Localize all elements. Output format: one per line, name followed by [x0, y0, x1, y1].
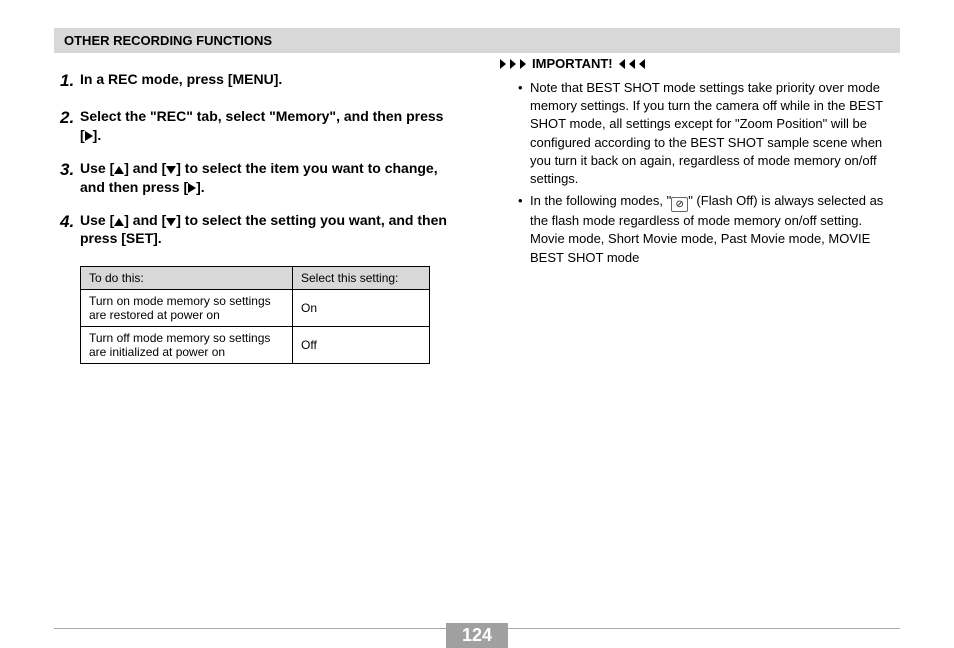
- note-text: Note that BEST SHOT mode settings take p…: [530, 80, 883, 186]
- table-header-row: To do this: Select this setting:: [81, 267, 430, 290]
- triangle-up-icon: [114, 218, 124, 226]
- table-cell: Turn off mode memory so settings are ini…: [81, 327, 293, 364]
- step-text-b: ].: [93, 127, 102, 143]
- right-column: IMPORTANT! Note that BEST SHOT mode sett…: [500, 56, 900, 271]
- note-text-extra: Movie mode, Short Movie mode, Past Movie…: [530, 231, 870, 264]
- arrow-left-icon: [629, 59, 635, 69]
- step-4: 4. Use [] and [] to select the setting y…: [60, 211, 448, 249]
- arrow-right-icon: [520, 59, 526, 69]
- step-text: In a REC mode, press [MENU].: [80, 70, 448, 93]
- arrow-right-icon: [500, 59, 506, 69]
- section-header: OTHER RECORDING FUNCTIONS: [54, 28, 900, 53]
- section-title: OTHER RECORDING FUNCTIONS: [64, 33, 272, 48]
- list-item: In the following modes, "⊘" (Flash Off) …: [518, 192, 900, 267]
- table-row: Turn off mode memory so settings are ini…: [81, 327, 430, 364]
- important-heading: IMPORTANT!: [500, 56, 900, 71]
- step-text-a: Select the "REC" tab, select "Memory", a…: [80, 108, 443, 143]
- important-notes: Note that BEST SHOT mode settings take p…: [518, 79, 900, 267]
- step-text: Select the "REC" tab, select "Memory", a…: [80, 107, 448, 145]
- page-number: 124: [446, 623, 508, 648]
- table-row: Turn on mode memory so settings are rest…: [81, 290, 430, 327]
- note-text-before: In the following modes, ": [530, 193, 671, 208]
- table-header: Select this setting:: [293, 267, 430, 290]
- triangle-right-icon: [188, 183, 196, 193]
- triangle-up-icon: [114, 166, 124, 174]
- settings-table: To do this: Select this setting: Turn on…: [80, 266, 430, 364]
- table-cell: Turn on mode memory so settings are rest…: [81, 290, 293, 327]
- step-text-b: ] and [: [124, 160, 166, 176]
- triangle-down-icon: [166, 166, 176, 174]
- arrow-left-icon: [639, 59, 645, 69]
- step-number: 1.: [60, 70, 80, 93]
- step-text-d: ].: [196, 179, 205, 195]
- step-2: 2. Select the "REC" tab, select "Memory"…: [60, 107, 448, 145]
- important-label: IMPORTANT!: [530, 56, 615, 71]
- arrow-right-icon: [510, 59, 516, 69]
- table-header: To do this:: [81, 267, 293, 290]
- step-number: 4.: [60, 211, 80, 249]
- page-footer: 124: [54, 628, 900, 629]
- table-cell: Off: [293, 327, 430, 364]
- step-text-b: ] and [: [124, 212, 166, 228]
- step-3: 3. Use [] and [] to select the item you …: [60, 159, 448, 197]
- left-column: 1. In a REC mode, press [MENU]. 2. Selec…: [60, 56, 448, 364]
- list-item: Note that BEST SHOT mode settings take p…: [518, 79, 900, 188]
- flash-off-icon: ⊘: [671, 197, 688, 212]
- step-number: 3.: [60, 159, 80, 197]
- table-cell: On: [293, 290, 430, 327]
- step-text: Use [] and [] to select the item you wan…: [80, 159, 448, 197]
- step-number: 2.: [60, 107, 80, 145]
- step-text: Use [] and [] to select the setting you …: [80, 211, 448, 249]
- step-1: 1. In a REC mode, press [MENU].: [60, 70, 448, 93]
- step-text-a: Use [: [80, 212, 114, 228]
- triangle-down-icon: [166, 218, 176, 226]
- triangle-right-icon: [85, 131, 93, 141]
- arrow-left-icon: [619, 59, 625, 69]
- step-text-a: Use [: [80, 160, 114, 176]
